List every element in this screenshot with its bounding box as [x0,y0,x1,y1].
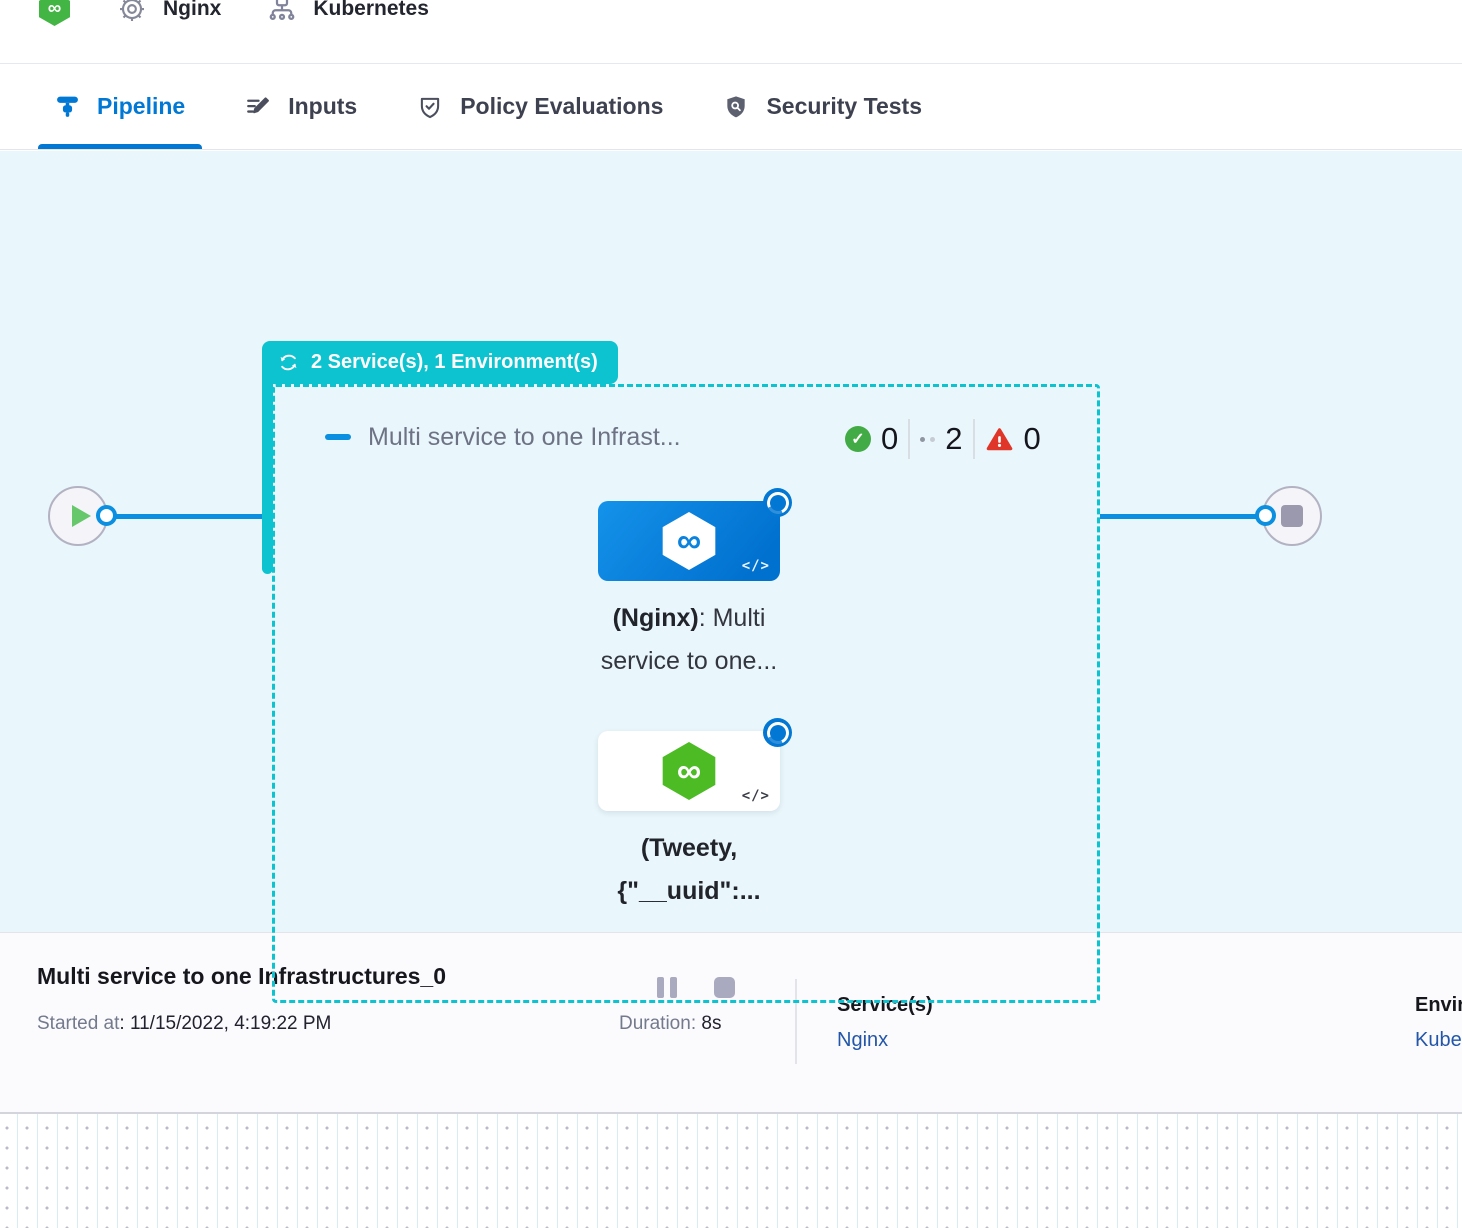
tab-security-label: Security Tests [766,93,922,120]
shield-check-icon [417,94,443,120]
tab-policy-evaluations[interactable]: Policy Evaluations [400,64,680,149]
stage-group-container [272,384,1100,1003]
stage-node-nginx[interactable]: ∞ </> [598,501,780,581]
flow-line-left [106,514,272,519]
running-spinner-icon [763,488,792,517]
stage-group-badge-label: 2 Service(s), 1 Environment(s) [311,351,598,374]
end-connector-dot [1255,505,1276,526]
started-at-label: Started at [37,1013,119,1034]
infrastructure-icon [267,0,297,24]
tab-inputs-label: Inputs [288,93,357,120]
tab-pipeline[interactable]: Pipeline [38,64,202,149]
tab-pipeline-label: Pipeline [97,93,185,120]
environment-chip[interactable]: Kubernetes [267,0,429,24]
pipeline-canvas: 2 Service(s), 1 Environment(s) Multi ser… [0,151,1462,932]
harness-stage-icon: ∞ [661,512,717,570]
stop-icon [1281,505,1303,527]
harness-logo-icon: ∞ [38,0,71,26]
play-icon [72,505,91,527]
pipeline-execution-screen: ∞ Nginx Kubernetes [0,0,1462,1228]
service-chip[interactable]: Nginx [117,0,221,24]
code-icon: </> [742,788,770,804]
tab-security-tests[interactable]: Security Tests [706,64,939,149]
code-icon: </> [742,558,770,574]
entity-breadcrumb-bar: ∞ Nginx Kubernetes [0,0,1462,64]
stage-node-tweety[interactable]: ∞ </> [598,731,780,811]
service-chip-label: Nginx [163,0,221,21]
dot-grid-background [0,1112,1462,1228]
harness-stage-icon: ∞ [661,742,717,800]
started-at-value: : 11/15/2022, 4:19:22 PM [119,1013,331,1034]
flow-line-right [1100,514,1256,519]
gear-icon [117,0,147,24]
duration-value: 8s [701,1013,721,1034]
loop-icon [277,351,300,374]
execution-tabbar: Pipeline Inputs Policy Evaluations Secur… [0,64,1462,150]
shield-search-icon [723,94,749,120]
stage-group-sidebar [262,361,273,574]
tab-policy-label: Policy Evaluations [460,93,663,120]
duration-label: Duration: [619,1013,696,1034]
services-link[interactable]: Nginx [837,1029,888,1052]
tab-inputs[interactable]: Inputs [228,64,374,149]
environment-label: Environment(s) [1415,994,1462,1017]
start-connector-dot [96,505,117,526]
pipeline-icon [55,94,80,119]
running-spinner-icon [763,718,792,747]
environment-link[interactable]: Kubernetes [1415,1029,1462,1052]
stage-group-badge[interactable]: 2 Service(s), 1 Environment(s) [262,341,618,384]
environment-chip-label: Kubernetes [313,0,429,21]
inputs-icon [245,94,271,120]
